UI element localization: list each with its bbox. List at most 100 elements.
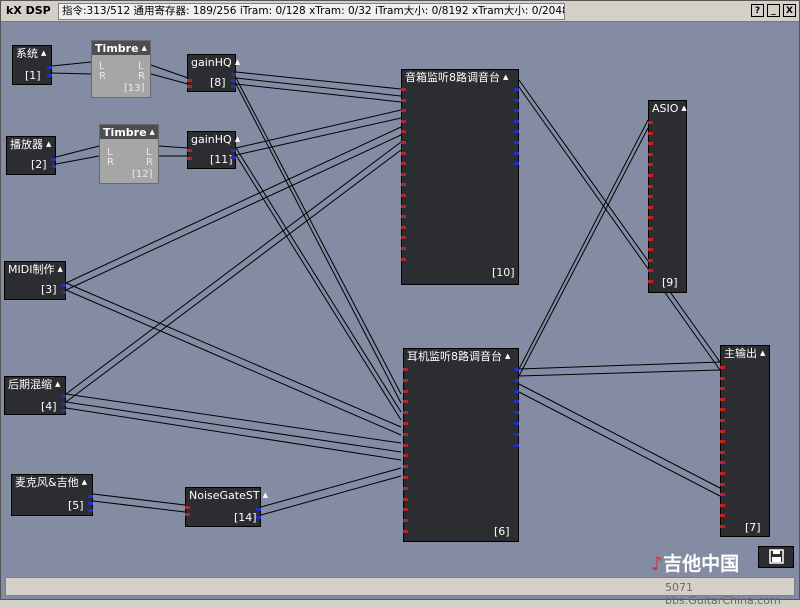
- collapse-triangle-icon[interactable]: ▲: [55, 380, 60, 388]
- input-port[interactable]: [720, 503, 725, 507]
- node-header[interactable]: Timbre ▲: [92, 41, 150, 55]
- input-port[interactable]: [720, 472, 725, 475]
- node-player[interactable]: 播放器 ▲ [2]: [6, 136, 56, 175]
- collapse-triangle-icon[interactable]: ▲: [41, 49, 46, 57]
- input-port[interactable]: [403, 486, 408, 490]
- output-port[interactable]: [514, 88, 519, 91]
- input-port[interactable]: [401, 88, 406, 91]
- collapse-triangle-icon[interactable]: ▲: [503, 73, 508, 81]
- output-port[interactable]: [514, 368, 519, 371]
- input-port[interactable]: [187, 149, 192, 152]
- input-port[interactable]: [648, 227, 653, 230]
- input-port[interactable]: [401, 162, 406, 166]
- input-port[interactable]: [185, 513, 190, 516]
- input-port[interactable]: [648, 205, 653, 209]
- input-port[interactable]: [720, 408, 725, 412]
- input-port[interactable]: [403, 508, 408, 512]
- output-port[interactable]: [61, 395, 66, 398]
- input-port[interactable]: [403, 443, 408, 447]
- close-button[interactable]: X: [783, 4, 796, 17]
- minimize-button[interactable]: _: [767, 4, 780, 17]
- input-port[interactable]: [720, 450, 725, 454]
- node-header[interactable]: 系统 ▲: [13, 46, 51, 61]
- input-port[interactable]: [720, 482, 725, 486]
- output-port[interactable]: [51, 165, 56, 168]
- collapse-triangle-icon[interactable]: ▲: [235, 58, 240, 66]
- node-main-output[interactable]: 主输出 ▲ [7]: [720, 345, 770, 537]
- output-port[interactable]: [231, 79, 236, 82]
- output-port[interactable]: [61, 403, 66, 406]
- save-button[interactable]: [758, 546, 794, 568]
- input-port[interactable]: [403, 368, 408, 371]
- input-port[interactable]: [720, 429, 725, 433]
- node-header[interactable]: gainHQ ▲: [188, 55, 240, 70]
- input-port[interactable]: [648, 121, 653, 124]
- node-header[interactable]: 主输出 ▲: [721, 346, 769, 361]
- input-port[interactable]: [720, 514, 725, 518]
- output-port[interactable]: [256, 516, 261, 519]
- input-port[interactable]: [403, 530, 408, 533]
- node-header[interactable]: Timbre ▲: [100, 125, 158, 139]
- collapse-triangle-icon[interactable]: ▲: [505, 352, 510, 360]
- output-port[interactable]: [231, 85, 236, 88]
- node-mic-guitar[interactable]: 麦克风&吉他 ▲ [5]: [11, 474, 93, 516]
- input-port[interactable]: [401, 109, 406, 113]
- input-port[interactable]: [720, 525, 725, 528]
- input-port[interactable]: [403, 389, 408, 393]
- node-gainhq-8[interactable]: gainHQ ▲ [8]: [187, 54, 240, 92]
- node-asio[interactable]: ASIO ▲ [9]: [648, 100, 687, 293]
- input-port[interactable]: [720, 493, 725, 497]
- output-port[interactable]: [47, 74, 52, 77]
- input-port[interactable]: [401, 141, 406, 144]
- input-port[interactable]: [648, 280, 653, 283]
- node-header[interactable]: NoiseGateST ▲: [186, 488, 268, 503]
- input-port[interactable]: [401, 194, 406, 197]
- collapse-triangle-icon[interactable]: ▲: [57, 265, 62, 273]
- output-port[interactable]: [514, 130, 519, 134]
- node-header[interactable]: 音箱监听8路调音台 ▲: [402, 70, 518, 85]
- input-port[interactable]: [720, 419, 725, 422]
- input-port[interactable]: [648, 174, 653, 177]
- output-port[interactable]: [514, 119, 519, 123]
- input-port[interactable]: [720, 440, 725, 444]
- input-port[interactable]: [648, 131, 653, 135]
- input-port[interactable]: [720, 461, 725, 465]
- output-port[interactable]: [231, 156, 236, 159]
- input-port[interactable]: [648, 152, 653, 156]
- node-headphone-mixer[interactable]: 耳机监听8路调音台 ▲ [6]: [403, 348, 519, 542]
- collapse-triangle-icon[interactable]: ▲: [82, 478, 87, 486]
- output-port[interactable]: [231, 73, 236, 76]
- input-port[interactable]: [403, 454, 408, 458]
- help-button[interactable]: ?: [751, 4, 764, 17]
- node-header[interactable]: gainHQ ▲: [188, 132, 240, 147]
- input-port[interactable]: [401, 204, 406, 208]
- dsp-canvas[interactable]: 系统 ▲ [1] Timbre ▲ L R L R [13] gainHQ ▲ [8]…: [1, 22, 799, 577]
- node-header[interactable]: 后期混缩 ▲: [5, 377, 65, 392]
- output-port[interactable]: [514, 151, 519, 155]
- node-gainhq-11[interactable]: gainHQ ▲ [11]: [187, 131, 240, 169]
- input-port[interactable]: [401, 172, 406, 176]
- output-port[interactable]: [514, 411, 519, 415]
- input-port[interactable]: [648, 184, 653, 188]
- output-port[interactable]: [88, 495, 93, 498]
- output-port[interactable]: [61, 291, 66, 294]
- input-port[interactable]: [648, 142, 653, 146]
- input-port[interactable]: [401, 257, 406, 261]
- output-port[interactable]: [514, 400, 519, 404]
- output-port[interactable]: [514, 443, 519, 447]
- output-port[interactable]: [88, 502, 93, 505]
- input-port[interactable]: [648, 237, 653, 241]
- node-header[interactable]: 麦克风&吉他 ▲: [12, 475, 92, 490]
- output-port[interactable]: [514, 109, 519, 113]
- input-port[interactable]: [401, 183, 406, 187]
- node-system[interactable]: 系统 ▲ [1]: [12, 45, 52, 85]
- node-post-mix[interactable]: 后期混缩 ▲ [4]: [4, 376, 66, 415]
- input-port[interactable]: [401, 236, 406, 240]
- output-port[interactable]: [514, 422, 519, 425]
- output-port[interactable]: [514, 98, 519, 102]
- input-port[interactable]: [401, 151, 406, 155]
- input-port[interactable]: [401, 119, 406, 123]
- input-port[interactable]: [403, 411, 408, 415]
- input-port[interactable]: [187, 79, 192, 82]
- input-port[interactable]: [403, 476, 408, 479]
